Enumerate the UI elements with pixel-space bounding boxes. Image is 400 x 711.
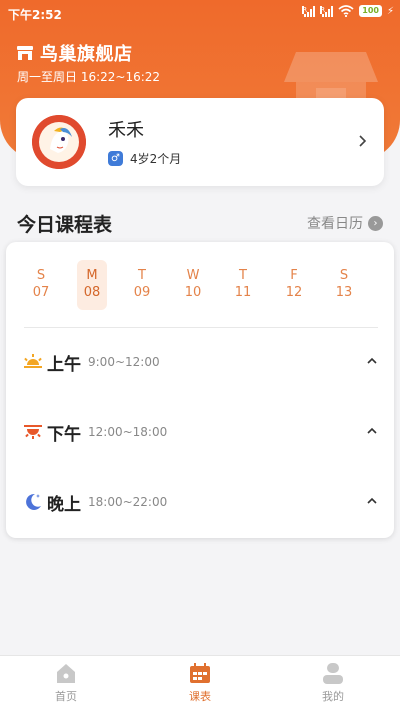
store-name: 鸟巢旗舰店 bbox=[40, 44, 133, 65]
store-icon bbox=[17, 46, 33, 60]
store-hours: 周一至周日 16:22~16:22 bbox=[17, 70, 161, 84]
day-item[interactable]: S 13 bbox=[329, 260, 359, 310]
day-item[interactable]: T 11 bbox=[228, 260, 258, 310]
schedule-title: 今日课程表 bbox=[17, 214, 113, 236]
chevron-up-icon[interactable] bbox=[366, 496, 378, 506]
tab-label: 首页 bbox=[55, 690, 77, 703]
male-icon: ♂ bbox=[108, 151, 123, 166]
signal-icon: R bbox=[302, 5, 316, 17]
status-bar: 下午2:52 R R 100 ⚡ bbox=[0, 0, 400, 26]
schedule-card: S 07 M 08 T 09 W 10 T 11 F 12 S 13 上午 9:… bbox=[6, 242, 394, 538]
period-time: 18:00~22:00 bbox=[88, 495, 168, 509]
bottom-tab-bar: 首页 课表 我的 bbox=[0, 655, 400, 711]
view-calendar-link[interactable]: 查看日历 › bbox=[307, 213, 383, 233]
charging-icon: ⚡ bbox=[386, 5, 394, 17]
child-name: 禾禾 bbox=[108, 120, 144, 141]
period-afternoon[interactable]: 下午 12:00~18:00 bbox=[22, 418, 382, 446]
sunset-icon bbox=[24, 425, 42, 439]
battery-icon: 100 bbox=[359, 5, 382, 17]
period-time: 12:00~18:00 bbox=[88, 425, 168, 439]
profile-icon bbox=[323, 663, 343, 684]
divider bbox=[24, 327, 378, 328]
period-name: 下午 bbox=[47, 424, 81, 445]
tab-profile[interactable]: 我的 bbox=[298, 662, 368, 704]
period-morning[interactable]: 上午 9:00~12:00 bbox=[22, 348, 382, 376]
view-calendar-label: 查看日历 bbox=[307, 216, 363, 232]
child-age-row: ♂ 4岁2个月 bbox=[108, 150, 181, 167]
chevron-up-icon[interactable] bbox=[366, 356, 378, 366]
circle-arrow-right-icon: › bbox=[368, 215, 383, 231]
period-name: 上午 bbox=[47, 354, 81, 375]
period-evening[interactable]: 晚上 18:00~22:00 bbox=[22, 488, 382, 516]
child-age: 4岁2个月 bbox=[130, 152, 182, 166]
status-icons: R R 100 ⚡ bbox=[302, 5, 394, 17]
sunrise-icon bbox=[24, 354, 42, 368]
tab-label: 我的 bbox=[322, 690, 344, 703]
day-item[interactable]: T 09 bbox=[127, 260, 157, 310]
wifi-icon bbox=[338, 5, 354, 17]
day-item[interactable]: F 12 bbox=[279, 260, 309, 310]
day-item[interactable]: S 07 bbox=[26, 260, 56, 310]
home-icon bbox=[57, 664, 75, 683]
chevron-up-icon[interactable] bbox=[366, 426, 378, 436]
period-name: 晚上 bbox=[47, 494, 81, 515]
signal-icon-2: R bbox=[320, 5, 334, 17]
day-item[interactable]: W 10 bbox=[178, 260, 208, 310]
day-item-selected[interactable]: M 08 bbox=[77, 260, 107, 310]
calendar-icon bbox=[190, 663, 210, 683]
tab-label: 课表 bbox=[189, 690, 211, 703]
status-time: 下午2:52 bbox=[8, 8, 62, 22]
tab-home[interactable]: 首页 bbox=[31, 662, 101, 704]
store-selector[interactable]: 鸟巢旗舰店 bbox=[16, 40, 133, 66]
chevron-right-icon bbox=[359, 135, 367, 147]
moon-icon bbox=[26, 493, 41, 510]
child-card[interactable]: 禾禾 ♂ 4岁2个月 bbox=[16, 98, 384, 186]
tab-schedule[interactable]: 课表 bbox=[165, 662, 235, 704]
week-strip: S 07 M 08 T 09 W 10 T 11 F 12 S 13 bbox=[22, 260, 378, 312]
period-time: 9:00~12:00 bbox=[88, 355, 160, 369]
child-avatar bbox=[32, 115, 86, 169]
